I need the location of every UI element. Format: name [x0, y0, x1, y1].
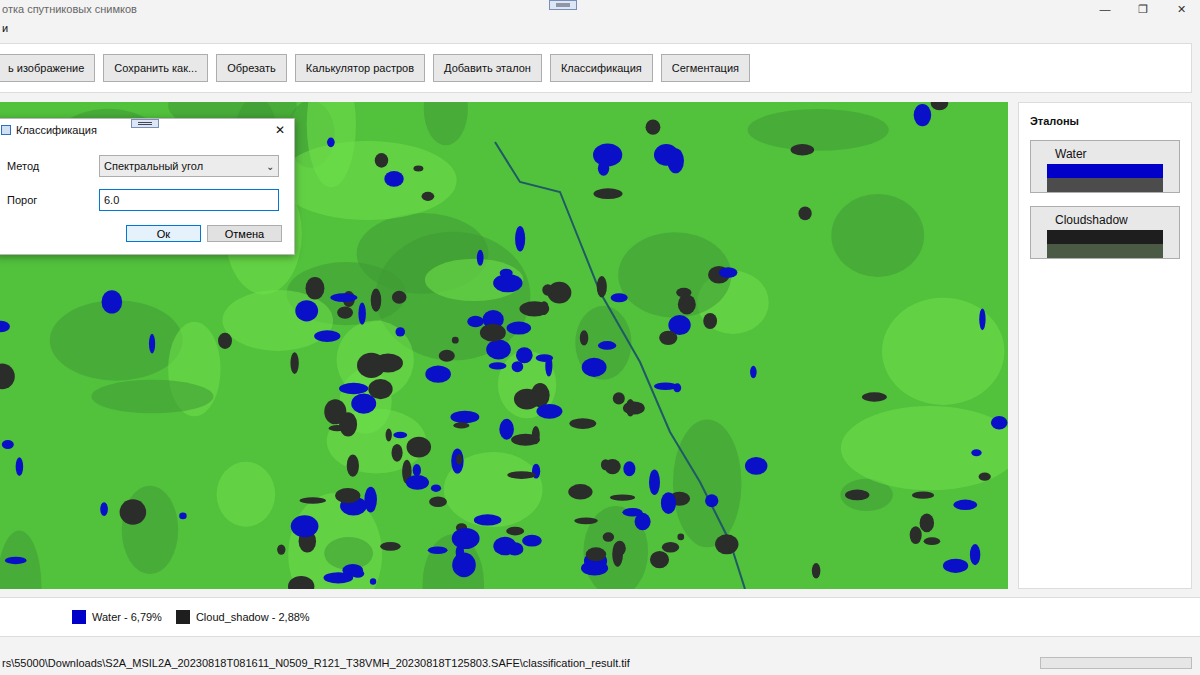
snap-handle-icon[interactable] [549, 0, 577, 10]
classification-dialog: Классификация ✕ Метод Спектральный угол⌄… [0, 118, 295, 255]
progress-bar [1040, 657, 1192, 669]
toolbar-button[interactable]: Классификация [550, 54, 653, 82]
dialog-button[interactable]: Отмена [207, 225, 282, 242]
snap-handle-icon[interactable] [131, 119, 159, 128]
window-control[interactable]: ❐ [1124, 3, 1162, 16]
toolbar: ь изображение Сохранить как... Обрезать Кал… [0, 43, 1192, 93]
toolbar-button[interactable]: Сохранить как... [103, 54, 208, 82]
status-bar: rs\55000\Downloads\S2A_MSIL2A_20230818T0… [0, 650, 1200, 675]
legend: Water - 6,79% Cloud_shadow - 2,88% [0, 597, 1200, 637]
reference-card[interactable]: Cloudshadow [1030, 206, 1180, 259]
menu-bar: и [0, 18, 1200, 38]
app-icon [1, 125, 11, 135]
legend-swatch [72, 610, 86, 624]
reference-color-bar [1047, 178, 1163, 192]
reference-color-bar [1047, 164, 1163, 178]
chevron-icon: ⌄ [266, 161, 274, 172]
window-title: отка спутниковых снимков [0, 3, 137, 15]
title-bar: отка спутниковых снимков —❐✕ [0, 0, 1200, 18]
field-label: Метод [7, 160, 99, 172]
reference-color-bar [1047, 230, 1163, 244]
method-select[interactable]: Спектральный угол⌄ [99, 155, 279, 177]
legend-item: Water - 6,79% [72, 610, 162, 624]
dialog-form: Метод Спектральный угол⌄ Порог 6.0 [0, 141, 294, 211]
window-control[interactable]: ✕ [1162, 3, 1200, 16]
app-window: отка спутниковых снимков —❐✕ и ь изображ… [0, 0, 1200, 675]
toolbar-button[interactable]: Обрезать [216, 54, 287, 82]
reference-name: Cloudshadow [1047, 213, 1163, 227]
references-title: Эталоны [1030, 115, 1180, 127]
legend-swatch [176, 610, 190, 624]
legend-item: Cloud_shadow - 2,88% [176, 610, 310, 624]
references-panel: Эталоны Water Cloudshadow [1018, 102, 1192, 589]
reference-name: Water [1047, 147, 1163, 161]
toolbar-button[interactable]: Добавить эталон [433, 54, 542, 82]
toolbar-button[interactable]: ь изображение [0, 54, 95, 82]
window-control[interactable]: — [1086, 3, 1124, 16]
field-label: Порог [7, 194, 99, 206]
menu-item[interactable]: и [2, 22, 8, 34]
reference-color-bar [1047, 244, 1163, 258]
dialog-title: Классификация [16, 124, 97, 136]
dialog-title-bar: Классификация ✕ [0, 119, 294, 141]
dialog-buttons: Ок Отмена [0, 211, 294, 254]
main-area: Классификация ✕ Метод Спектральный угол⌄… [0, 102, 1200, 589]
toolbar-button[interactable]: Калькулятор растров [295, 54, 425, 82]
toolbar-button[interactable]: Сегментация [661, 54, 750, 82]
classification-map[interactable]: Классификация ✕ Метод Спектральный угол⌄… [0, 102, 1008, 589]
dialog-button[interactable]: Ок [126, 225, 201, 242]
threshold-input[interactable]: 6.0 [99, 189, 279, 211]
reference-card[interactable]: Water [1030, 140, 1180, 193]
file-path: rs\55000\Downloads\S2A_MSIL2A_20230818T0… [2, 657, 630, 669]
dialog-close-button[interactable]: ✕ [266, 123, 294, 137]
